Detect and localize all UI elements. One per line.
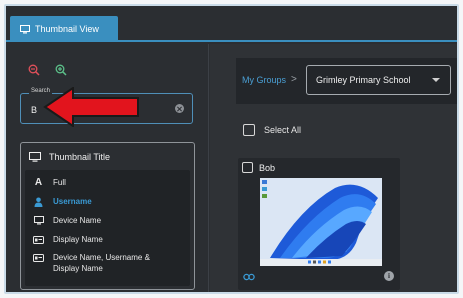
letter-a-icon: A: [34, 177, 43, 188]
monitor-icon: [29, 152, 41, 162]
device-card[interactable]: Bob i: [238, 158, 400, 290]
red-arrow-annotation: [43, 87, 139, 127]
breadcrumb-separator: >: [291, 74, 297, 85]
option-label: Display Name: [53, 235, 103, 244]
left-panel: Search Thumbnail Title A Full: [6, 44, 209, 292]
clear-search-icon[interactable]: [175, 104, 184, 113]
thumbnail-title-heading: Thumbnail Title: [29, 152, 110, 162]
option-device-username-display[interactable]: Device Name, Username & Display Name: [33, 252, 173, 274]
select-all[interactable]: Select All: [243, 124, 301, 136]
app-frame: Thumbnail View Search B Thumbnail Title …: [4, 4, 459, 294]
select-all-label: Select All: [264, 125, 302, 135]
thumbnail-title-panel: Thumbnail Title A Full Username Device N…: [20, 142, 195, 290]
group-select[interactable]: Grimley Primary School: [306, 65, 451, 95]
desktop-thumbnail[interactable]: [260, 178, 382, 266]
info-icon[interactable]: i: [384, 271, 394, 281]
monitor-icon: [33, 215, 44, 226]
thumbnail-title-label: Thumbnail Title: [49, 152, 111, 162]
groups-bar: My Groups > Grimley Primary School: [236, 58, 457, 104]
id-card-icon: [33, 234, 44, 245]
option-label: Full: [53, 178, 66, 187]
select-all-checkbox[interactable]: [243, 124, 255, 136]
tab-label: Thumbnail View: [35, 24, 99, 34]
option-device-name[interactable]: Device Name: [33, 215, 101, 226]
option-username[interactable]: Username: [33, 196, 92, 207]
user-icon: [33, 196, 44, 207]
id-card-icon: [33, 252, 44, 263]
option-label: Device Name: [53, 216, 102, 225]
option-label: Device Name, Username & Display Name: [53, 253, 150, 273]
tab-bar: Thumbnail View: [6, 6, 457, 42]
zoom-in-icon[interactable]: [55, 64, 67, 76]
link-icon[interactable]: [243, 273, 255, 281]
device-card-header: Bob: [242, 162, 275, 173]
breadcrumb-my-groups[interactable]: My Groups: [242, 75, 286, 85]
zoom-out-icon[interactable]: [28, 64, 40, 76]
chevron-down-icon: [432, 78, 440, 82]
device-checkbox[interactable]: [242, 162, 253, 173]
option-full[interactable]: A Full: [33, 177, 66, 188]
main-panel: My Groups > Grimley Primary School Selec…: [210, 44, 457, 292]
tab-thumbnail-view[interactable]: Thumbnail View: [10, 16, 118, 42]
option-display-name[interactable]: Display Name: [33, 234, 103, 245]
option-label: Username: [53, 197, 92, 206]
device-name: Bob: [259, 162, 276, 173]
monitor-icon: [20, 24, 30, 33]
group-select-value: Grimley Primary School: [316, 75, 411, 85]
thumbnail-title-options: A Full Username Device Name Display Name…: [25, 170, 190, 286]
